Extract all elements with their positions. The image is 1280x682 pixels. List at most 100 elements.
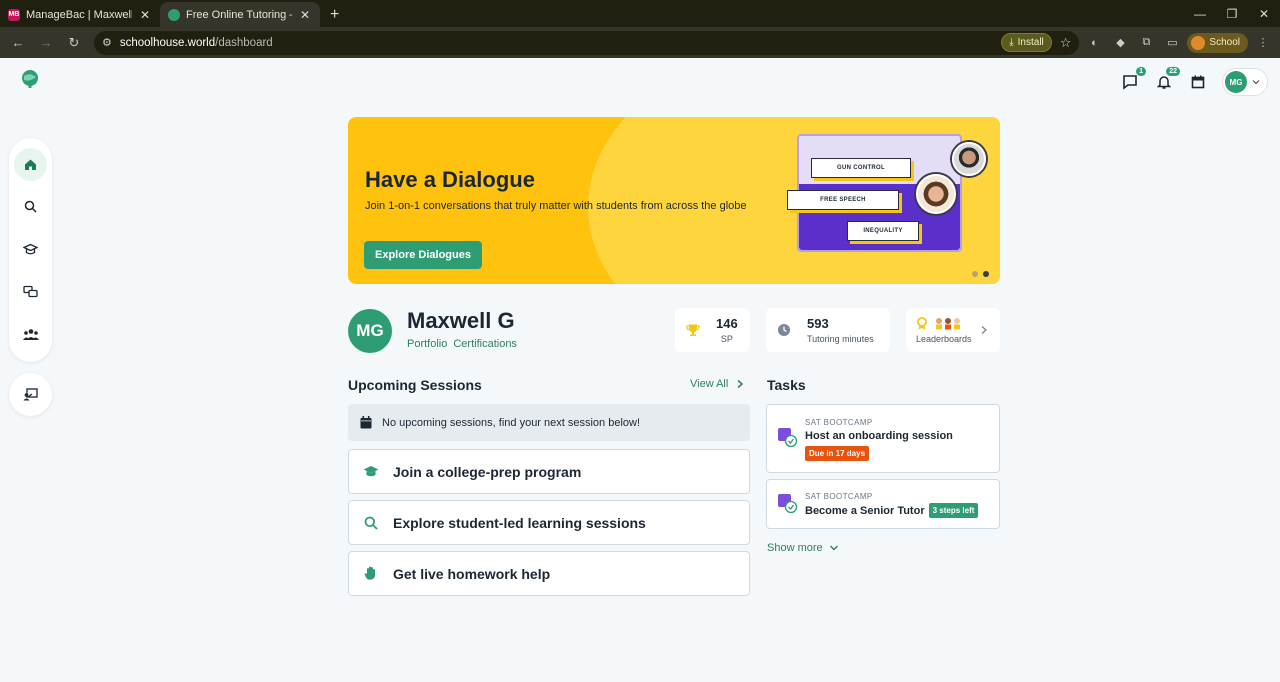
new-tab-button[interactable]: + [320,2,349,27]
portfolio-link[interactable]: Portfolio [407,338,447,350]
restore-icon[interactable]: ❐ [1216,0,1248,27]
calendar-icon [360,416,372,429]
explore-sessions-label: Explore student-led learning sessions [393,514,646,531]
carousel-dots [972,271,989,277]
nav-home[interactable] [14,148,47,181]
browser-toolbar: ← → ↻ ⚙ schoolhouse.world/dashboard ⤓ Ins… [0,27,1280,58]
no-sessions-message: No upcoming sessions, find your next ses… [348,404,750,441]
task-name: Host an onboarding session [805,430,953,442]
search-icon [363,516,379,530]
tutoring-minutes-stat[interactable]: 593 Tutoring minutes [766,308,890,352]
tag-free-speech: FREE SPEECH [787,190,899,210]
student-avatar [952,142,986,176]
tab-title: ManageBac | Maxwell Grace [26,8,132,21]
schoolhouse-favicon-icon [168,8,180,21]
minimize-icon[interactable]: — [1184,0,1216,27]
nav-community[interactable] [14,318,47,351]
trophy-icon [686,324,700,336]
sat-task-icon [778,428,798,448]
sat-task-icon [778,494,798,514]
browser-profile-button[interactable]: School [1187,32,1248,53]
nav-dialogues[interactable] [14,275,47,308]
install-app-button[interactable]: ⤓ Install [1001,33,1052,52]
nav-search[interactable] [14,190,47,223]
address-bar[interactable]: ⚙ schoolhouse.world/dashboard ⤓ Install ☆ [94,30,1080,55]
notifications-badge: 22 [1166,67,1180,76]
dialogue-illustration: GUN CONTROL FREE SPEECH INEQUALITY [785,132,986,262]
close-window-icon[interactable]: ✕ [1248,0,1280,27]
nav-tutor[interactable] [9,373,52,416]
profile-avatar [1191,35,1206,50]
install-icon: ⤓ [1009,37,1014,48]
banner-title: Have a Dialogue [365,167,535,192]
forward-icon[interactable]: → [34,31,58,55]
chevron-down-icon [1252,80,1260,85]
due-badge: Due in 17 days [805,446,870,461]
chevron-right-icon [981,326,987,334]
people-icon [936,317,960,329]
home-icon [25,159,36,170]
no-sessions-text: No upcoming sessions, find your next ses… [382,416,641,429]
account-menu-button[interactable]: MG [1222,68,1268,96]
view-all-label: View All [690,378,729,390]
side-navigation [9,138,52,362]
extensions-puzzle-icon[interactable]: ⧉ [1135,32,1157,54]
promo-banner: Have a Dialogue Join 1-on-1 conversation… [348,117,1000,284]
site-info-icon[interactable]: ⚙ [102,36,112,49]
minutes-label: Tutoring minutes [807,334,874,344]
sp-stat[interactable]: 146 SP [675,308,750,352]
certifications-link[interactable]: Certifications [453,338,517,350]
homework-help-button[interactable]: Get live homework help [348,551,750,596]
people-group-icon [22,329,39,340]
bookmark-star-icon[interactable]: ☆ [1060,35,1072,51]
medal-icon [917,316,927,329]
tab-close-icon[interactable]: ✕ [298,8,312,22]
split-view-icon[interactable]: ▭ [1161,32,1183,54]
minutes-value: 593 [807,316,829,331]
header-actions: 1 22 MG [1120,67,1268,96]
explore-sessions-button[interactable]: Explore student-led learning sessions [348,500,750,545]
teacher-board-icon [23,388,38,401]
user-name: Maxwell G [407,308,515,333]
reload-icon[interactable]: ↻ [62,31,86,55]
chat-bubbles-icon [23,285,38,298]
upcoming-sessions-title: Upcoming Sessions [348,377,482,393]
leaderboards-button[interactable]: Leaderboards [906,308,1000,352]
schoolhouse-logo-icon[interactable] [20,69,40,89]
browser-menu-icon[interactable]: ⋮ [1252,32,1274,54]
back-icon[interactable]: ← [6,31,30,55]
extension-icon[interactable]: ◐ [1083,32,1105,54]
task-program: SAT BOOTCAMP [805,418,873,427]
profile-links: Portfolio Certifications [407,338,517,350]
view-all-link[interactable]: View All [690,378,744,390]
student-avatar [916,174,956,214]
tab-title: Free Online Tutoring — Schoolh [186,8,292,21]
search-icon [24,200,37,213]
task-card[interactable]: SAT BOOTCAMP Become a Senior Tutor 3 ste… [766,479,1000,529]
browser-tab-managebac[interactable]: MB ManageBac | Maxwell Grace ✕ [0,2,160,27]
raised-hand-icon [363,566,379,581]
managebac-favicon-icon: MB [8,8,20,21]
tag-inequality: INEQUALITY [847,221,919,241]
leaderboards-label: Leaderboards [916,333,972,344]
show-more-label: Show more [767,542,823,554]
messages-icon[interactable]: 1 [1120,67,1146,92]
carousel-dot[interactable] [972,271,978,277]
browser-tab-schoolhouse[interactable]: Free Online Tutoring — Schoolh ✕ [160,2,320,27]
college-prep-button[interactable]: Join a college-prep program [348,449,750,494]
notifications-bell-icon[interactable]: 22 [1154,67,1180,92]
calendar-icon[interactable] [1188,72,1208,92]
task-name: Become a Senior Tutor [805,504,925,517]
url-path: /dashboard [215,36,273,49]
extension-icon[interactable]: ◆ [1109,32,1131,54]
explore-dialogues-button[interactable]: Explore Dialogues [364,241,482,269]
task-card[interactable]: SAT BOOTCAMP Host an onboarding session … [766,404,1000,473]
college-prep-label: Join a college-prep program [393,463,582,480]
chevron-right-icon [737,379,744,389]
nav-learn[interactable] [14,233,47,266]
chevron-down-icon [829,545,838,551]
tab-close-icon[interactable]: ✕ [138,8,152,22]
show-more-button[interactable]: Show more [767,542,839,554]
window-controls: — ❐ ✕ [1184,0,1280,27]
carousel-dot-active[interactable] [983,271,989,277]
